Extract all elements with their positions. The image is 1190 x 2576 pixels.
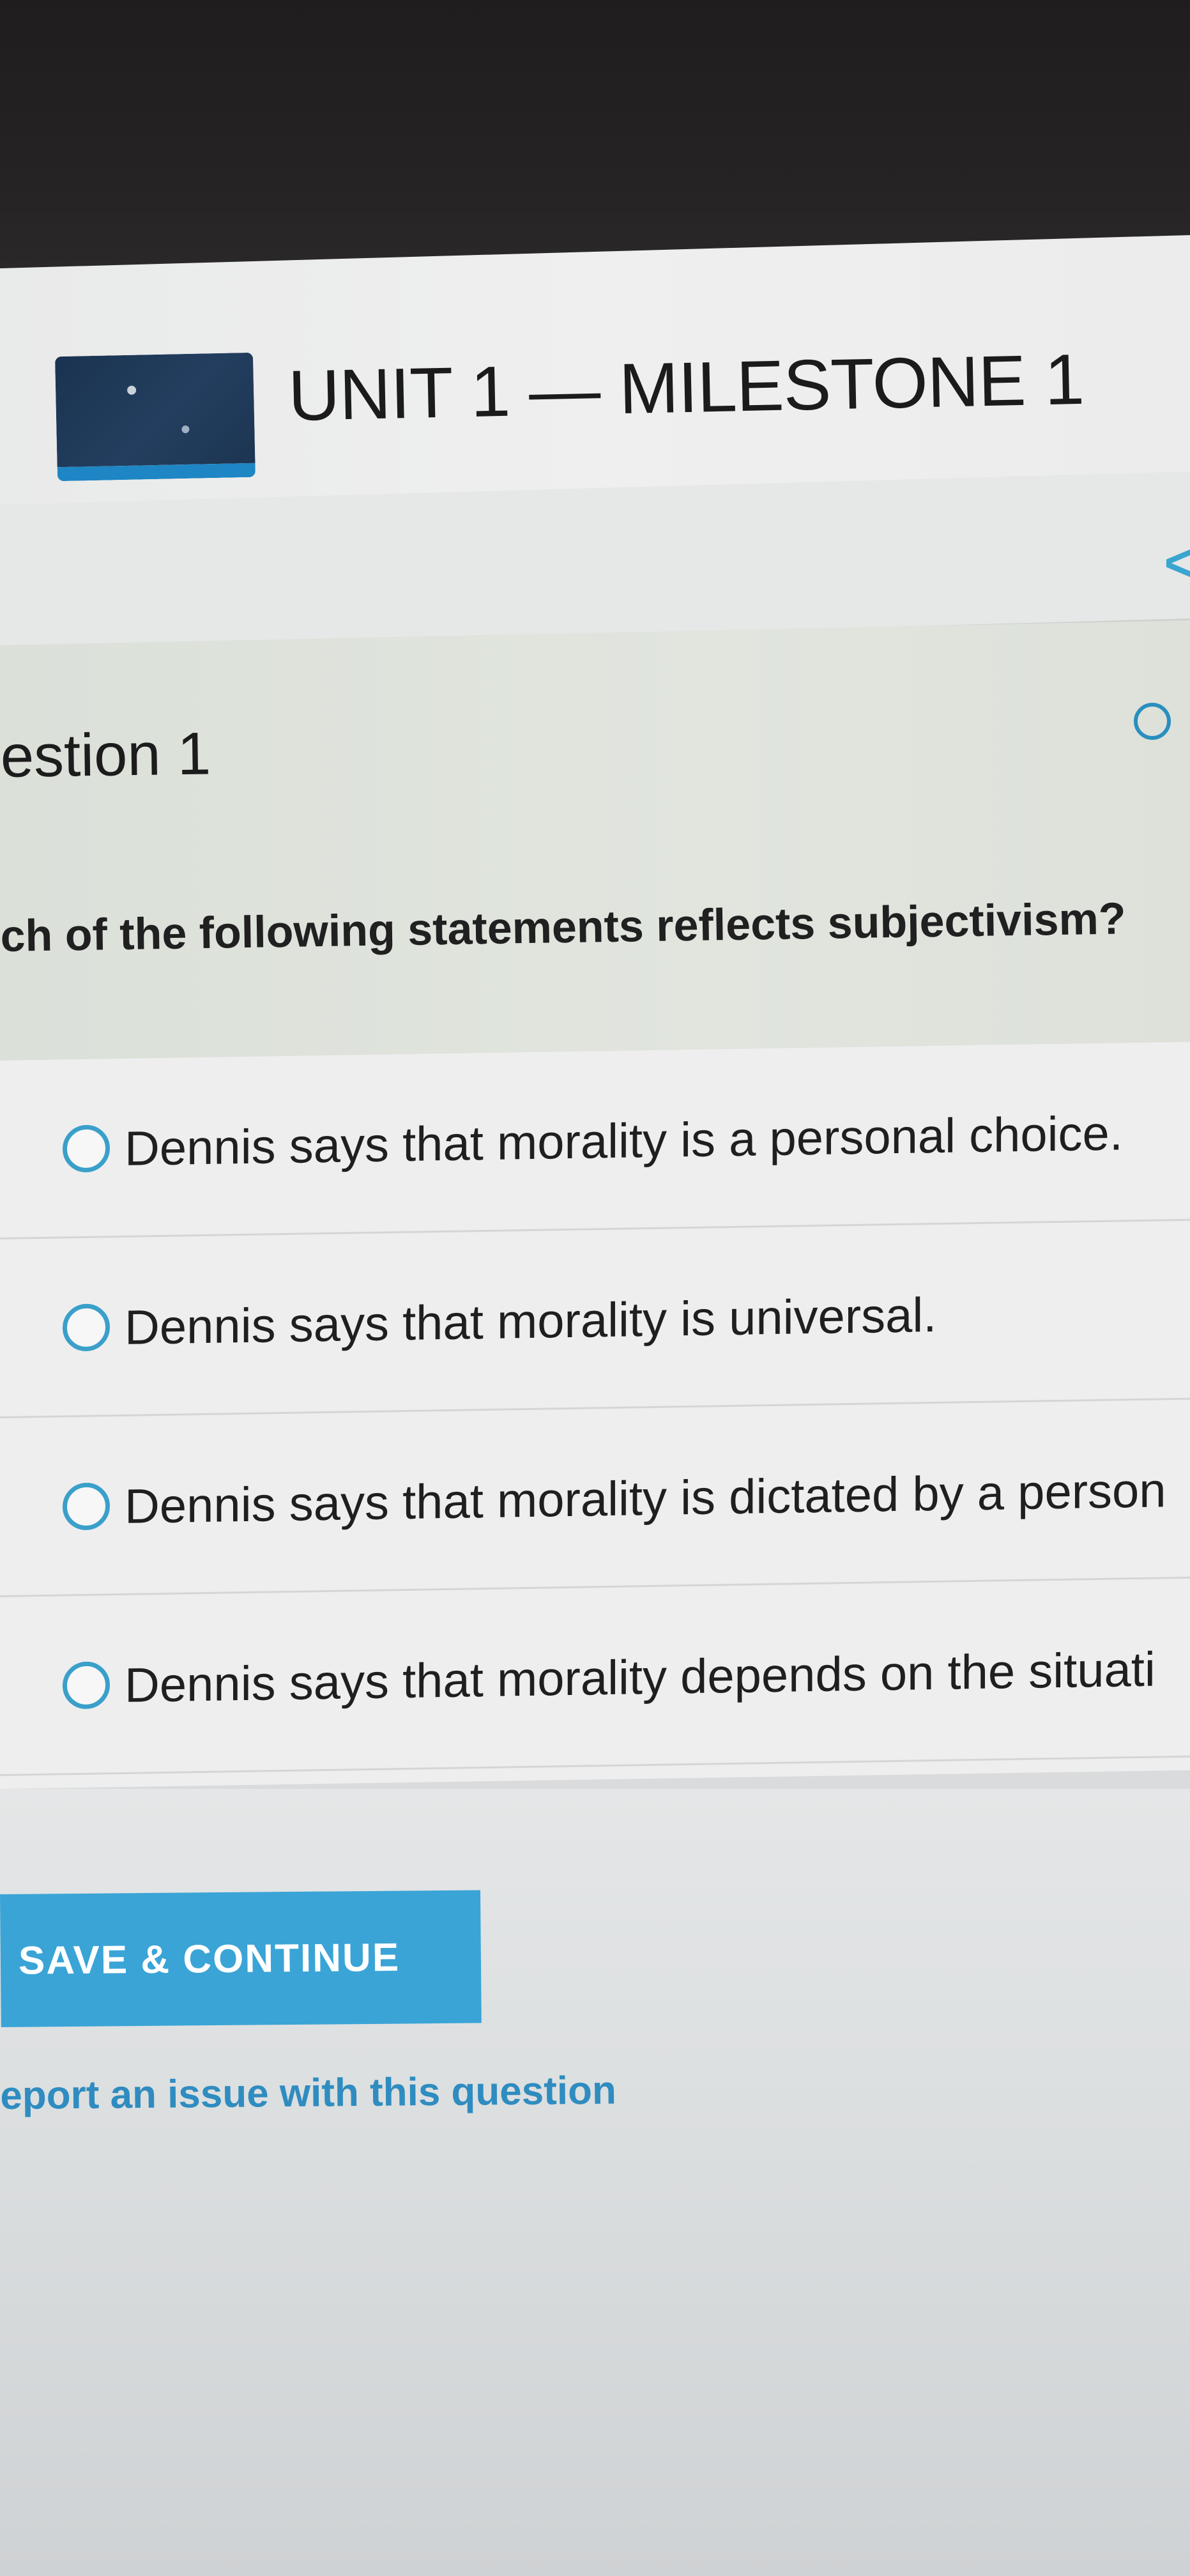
answer-option-label: Dennis says that morality is dictated by… <box>125 1463 1166 1534</box>
question-panel <box>0 620 1190 1067</box>
chevron-left-icon[interactable]: < <box>1163 524 1190 601</box>
circle-outline-icon <box>1134 703 1171 740</box>
radio-button-icon[interactable] <box>63 1661 110 1710</box>
page-title: UNIT 1 — MILESTONE 1 <box>287 339 1085 436</box>
radio-button-icon[interactable] <box>63 1303 110 1352</box>
radio-button-icon[interactable] <box>63 1482 110 1531</box>
answer-option[interactable]: Dennis says that morality is dictated by… <box>0 1399 1190 1597</box>
answer-option[interactable]: Dennis says that morality is a personal … <box>0 1041 1190 1239</box>
answer-option[interactable]: Dennis says that morality depends on the… <box>0 1578 1190 1776</box>
answer-option-label: Dennis says that morality is a personal … <box>125 1106 1123 1176</box>
answer-option-label: Dennis says that morality depends on the… <box>125 1642 1156 1713</box>
save-continue-button[interactable]: SAVE & CONTINUE <box>0 1890 482 2027</box>
logo-mark <box>126 385 137 395</box>
radio-button-icon[interactable] <box>63 1124 110 1173</box>
answer-options: Dennis says that morality is a personal … <box>0 1041 1190 1789</box>
answer-option[interactable]: Dennis says that morality is universal. <box>0 1220 1190 1418</box>
answer-option-label: Dennis says that morality is universal. <box>125 1287 937 1355</box>
report-issue-link[interactable]: eport an issue with this question <box>0 2068 616 2119</box>
question-heading: estion 1 <box>0 719 211 790</box>
course-logo <box>54 352 256 482</box>
logo-mark <box>181 425 190 434</box>
